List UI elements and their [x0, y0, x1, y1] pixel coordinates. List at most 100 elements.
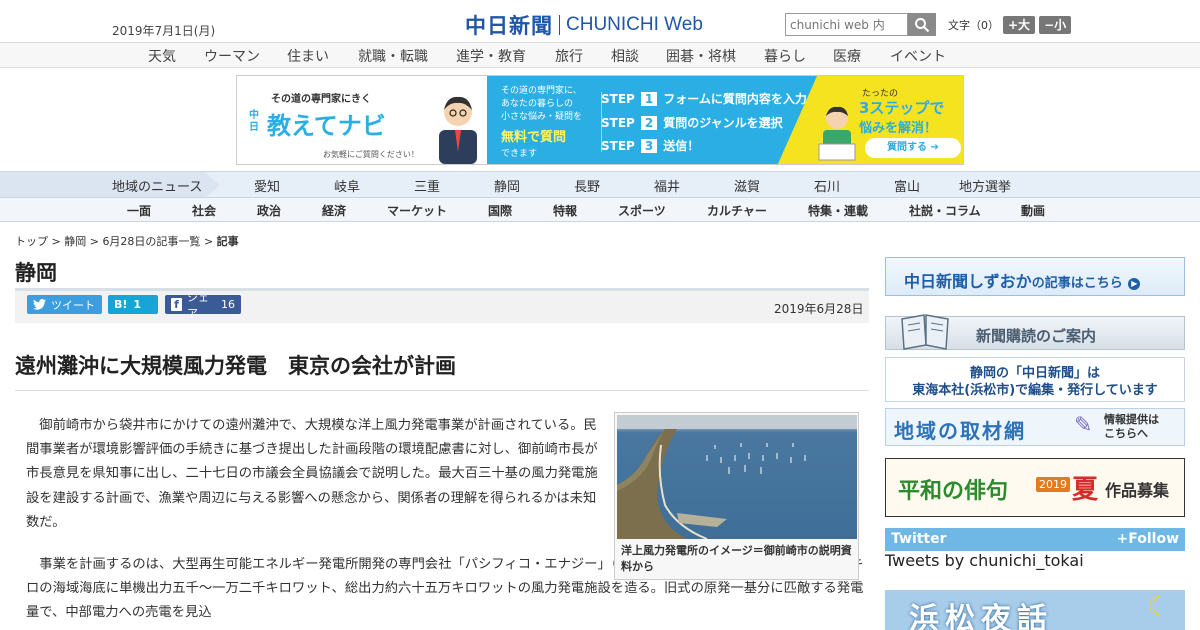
- arrow-right-icon: ➔: [930, 142, 939, 153]
- twitter-follow-button[interactable]: +Follow: [1117, 531, 1180, 547]
- haiku-sub: 作品募集: [1105, 481, 1170, 500]
- tokai-hq-banner[interactable]: 静岡の「中日新聞」は 東海本社(浜松市)で編集・発行しています: [885, 357, 1185, 402]
- photo-caption: 洋上風力発電所のイメージ＝御前崎市の説明資料から: [621, 544, 852, 573]
- search-button[interactable]: [908, 13, 936, 36]
- reporting-sub-line2: こちらへ: [1104, 427, 1148, 440]
- hamamatsu-yawa-title: 浜松夜話: [909, 602, 1053, 630]
- region-nav-item[interactable]: 静岡: [494, 176, 520, 195]
- oshiete-navi-banner[interactable]: その道の専門家にきく 中日 教えてナビ お気軽にご質問ください！ その道の専門家…: [236, 75, 964, 165]
- banner-step-label: STEP: [601, 91, 635, 106]
- category-nav-item[interactable]: 国際: [488, 202, 512, 219]
- category-nav-item[interactable]: 特集・連載: [808, 202, 868, 219]
- haiku-season: 夏: [1072, 475, 1099, 505]
- banner-step-num: 2: [640, 115, 658, 130]
- search-input[interactable]: [785, 13, 908, 36]
- category-nav-item[interactable]: 政治: [257, 202, 281, 219]
- breadcrumb-top[interactable]: トップ: [15, 235, 48, 248]
- logo-english-2: Web: [664, 14, 703, 35]
- reporting-network-title: 地域の取材網: [894, 419, 1026, 443]
- reporting-network-sub: 情報提供は こちらへ: [1104, 413, 1159, 441]
- service-nav-item[interactable]: 就職・転職: [358, 46, 428, 66]
- region-nav-item[interactable]: 滋賀: [734, 176, 760, 195]
- region-nav-item[interactable]: 三重: [414, 176, 440, 195]
- logo-japanese: 中日新聞: [465, 13, 553, 38]
- category-nav-item[interactable]: 動画: [1021, 202, 1045, 219]
- service-nav-item[interactable]: 住まい: [287, 46, 329, 66]
- banner-step-1: STEP 1 フォームに質問内容を入力: [601, 90, 807, 107]
- site-search: [785, 13, 936, 36]
- category-nav-item[interactable]: 一面: [127, 202, 151, 219]
- service-nav-item[interactable]: 旅行: [555, 46, 583, 66]
- category-nav-item[interactable]: 社会: [192, 202, 216, 219]
- shizuoka-link-text: 中日新聞しずおかの記事はこちら ▶: [904, 268, 1141, 292]
- banner-step-2: STEP 2 質問のジャンルを選択: [601, 114, 783, 131]
- breadcrumb-sep: >: [203, 235, 214, 248]
- service-nav-item[interactable]: 暮らし: [764, 46, 806, 66]
- facebook-share-count: 16: [221, 298, 235, 311]
- banner-brand-small: 中日: [249, 110, 259, 133]
- breadcrumb-sep: >: [51, 235, 61, 248]
- service-nav-item[interactable]: 相談: [611, 46, 639, 66]
- service-nav-item[interactable]: 天気: [148, 46, 176, 66]
- font-size-label: 文字（0）: [948, 19, 999, 32]
- shizuoka-link-suffix: の記事はこちら: [1031, 276, 1123, 291]
- chunichi-shizuoka-link[interactable]: 中日新聞しずおかの記事はこちら ▶: [885, 257, 1185, 296]
- font-larger-button[interactable]: +大: [1003, 16, 1036, 34]
- tweet-label: ツイート: [51, 298, 95, 312]
- logo-divider: [559, 15, 560, 35]
- service-nav: 天気 ウーマン 住まい 就職・転職 進学・教育 旅行 相談 囲碁・将棋 暮らし …: [0, 42, 1200, 68]
- breadcrumb: トップ > 静岡 > 6月28日の記事一覧 > 記事: [15, 233, 239, 249]
- expert-illustration-icon: [439, 96, 477, 164]
- twitter-widget-header: Twitter +Follow: [885, 528, 1185, 551]
- twitter-follow-label: Follow: [1128, 531, 1179, 547]
- article-photo[interactable]: [617, 415, 857, 539]
- font-smaller-button[interactable]: −小: [1039, 16, 1072, 34]
- category-nav-item[interactable]: 経済: [322, 202, 346, 219]
- region-nav-item[interactable]: 富山: [894, 176, 920, 195]
- haiku-year: 2019: [1036, 477, 1070, 492]
- header-date: 2019年7月1日(月): [112, 24, 216, 38]
- banner-cta-button[interactable]: 質問する ➔: [865, 138, 961, 158]
- service-nav-item[interactable]: 進学・教育: [456, 46, 526, 66]
- facebook-share-button[interactable]: f シェア 16: [165, 291, 241, 320]
- site-logo[interactable]: 中日新聞 CHUNICHI Web: [465, 10, 703, 40]
- region-nav-item[interactable]: 岐阜: [334, 176, 360, 195]
- reporting-network-banner[interactable]: 地域の取材網 ✎ 情報提供は こちらへ: [885, 408, 1185, 446]
- service-nav-item[interactable]: イベント: [890, 46, 946, 66]
- banner-step-text: 送信！: [663, 139, 700, 153]
- breadcrumb-pref[interactable]: 静岡: [64, 235, 86, 248]
- service-nav-item[interactable]: ウーマン: [204, 46, 260, 66]
- banner-free-label: 無料で質問: [501, 130, 567, 145]
- banner-mid-line: その道の専門家に、: [501, 86, 582, 96]
- share-bar: ツイート B! 1 f シェア 16: [15, 291, 869, 323]
- category-nav-item[interactable]: スポーツ: [618, 202, 666, 219]
- tweets-by-link[interactable]: Tweets by chunichi_tokai: [885, 551, 1084, 570]
- region-nav-item[interactable]: 石川: [814, 176, 840, 195]
- region-nav-item[interactable]: 愛知: [254, 176, 280, 195]
- region-nav-item[interactable]: 地方選挙: [959, 176, 1011, 195]
- banner-step-num: 3: [640, 138, 658, 153]
- breadcrumb-list[interactable]: 6月28日の記事一覧: [102, 235, 200, 248]
- banner-step-text: 質問のジャンルを選択: [663, 116, 783, 130]
- category-nav-item[interactable]: 特報: [553, 202, 577, 219]
- article-headline: 遠州灘沖に大規模風力発電 東京の会社が計画: [15, 354, 456, 378]
- headline-divider: [15, 390, 869, 391]
- subscription-banner[interactable]: 新聞購読のご案内: [885, 314, 1185, 350]
- section-title: 静岡: [15, 261, 57, 285]
- article-photo-figure: 洋上風力発電所のイメージ＝御前崎市の説明資料から: [614, 412, 859, 580]
- service-nav-item[interactable]: 囲碁・将棋: [666, 46, 736, 66]
- region-nav-item[interactable]: 長野: [574, 176, 600, 195]
- hamamatsu-yawa-banner[interactable]: 浜松夜話 ☾: [885, 590, 1185, 630]
- peace-haiku-banner[interactable]: 平和の俳句 2019 夏 作品募集: [885, 458, 1185, 517]
- reporting-sub-line1: 情報提供は: [1104, 413, 1159, 426]
- category-nav-item[interactable]: カルチャー: [707, 202, 767, 219]
- banner-mid-text: その道の専門家に、 あなたの暮らしの 小さな悩み・疑問を: [501, 85, 582, 124]
- category-nav-item[interactable]: 社説・コラム: [909, 202, 981, 219]
- banner-mid-line: 小さな悩み・疑問を: [501, 112, 583, 122]
- service-nav-item[interactable]: 医療: [833, 46, 861, 66]
- tweet-button[interactable]: ツイート: [27, 295, 102, 314]
- category-nav-item[interactable]: マーケット: [387, 202, 447, 219]
- hatena-icon: B!: [114, 298, 128, 311]
- region-nav-item[interactable]: 福井: [654, 176, 680, 195]
- hatena-bookmark-button[interactable]: B! 1: [108, 295, 158, 314]
